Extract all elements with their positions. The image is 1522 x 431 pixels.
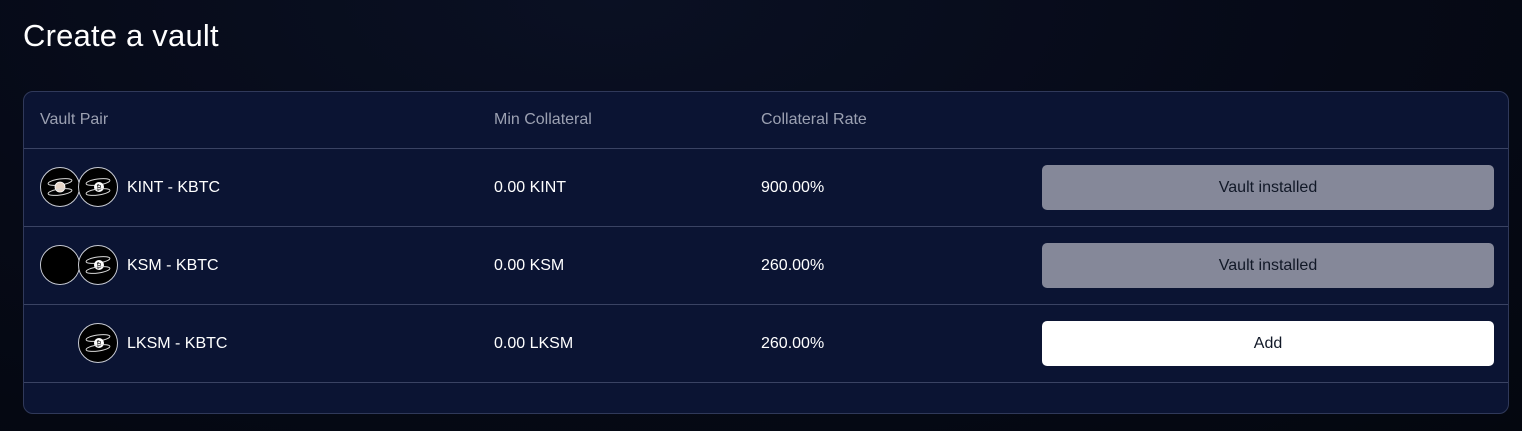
table-header-row: Vault Pair Min Collateral Collateral Rat… bbox=[24, 92, 1508, 149]
column-header-collateral-rate: Collateral Rate bbox=[761, 111, 867, 128]
add-vault-button[interactable]: Add bbox=[1042, 321, 1494, 366]
kbtc-token-icon: ₿ bbox=[78, 322, 118, 363]
min-collateral-text: 0.00 LKSM bbox=[494, 334, 574, 352]
kbtc-token-icon: ₿ bbox=[78, 166, 118, 207]
collateral-rate-text: 260.00% bbox=[761, 334, 825, 352]
ksm-token-icon bbox=[40, 244, 80, 285]
action-cell: Add bbox=[1042, 305, 1494, 382]
table-row: ₿ KINT - KBTC 0.00 KINT 900.00% Vault in… bbox=[24, 149, 1508, 227]
min-collateral-value: 0.00 LKSM bbox=[494, 305, 573, 382]
min-collateral-value: 0.00 KSM bbox=[494, 227, 564, 304]
vault-pair-cell: ₿ LKSM - KBTC bbox=[40, 305, 227, 382]
svg-text:₿: ₿ bbox=[96, 184, 101, 192]
collateral-rate-text: 260.00% bbox=[761, 256, 825, 274]
vault-installed-button[interactable]: Vault installed bbox=[1042, 165, 1494, 210]
svg-text:₿: ₿ bbox=[96, 262, 101, 270]
column-header-vault-pair: Vault Pair bbox=[40, 111, 109, 128]
collateral-rate-value: 260.00% bbox=[761, 227, 824, 304]
table-row: ₿ KSM - KBTC 0.00 KSM 260.00% Vault inst… bbox=[24, 227, 1508, 305]
svg-text:₿: ₿ bbox=[96, 340, 101, 348]
kbtc-token-icon: ₿ bbox=[78, 244, 118, 285]
token-icons: ₿ bbox=[40, 166, 120, 209]
vault-pair-label: KSM - KBTC bbox=[127, 256, 219, 274]
vault-pairs-table: Vault Pair Min Collateral Collateral Rat… bbox=[23, 91, 1509, 414]
action-cell: Vault installed bbox=[1042, 227, 1494, 304]
page-title: Create a vault bbox=[23, 18, 219, 53]
token-icons: ₿ bbox=[40, 244, 120, 287]
collateral-rate-value: 900.00% bbox=[761, 149, 824, 226]
table-row: ₿ LKSM - KBTC 0.00 LKSM 260.00% Add bbox=[24, 305, 1508, 383]
collateral-rate-text: 900.00% bbox=[761, 178, 825, 196]
vault-pair-cell: ₿ KINT - KBTC bbox=[40, 149, 220, 226]
vault-pair-label: LKSM - KBTC bbox=[127, 334, 228, 352]
vault-installed-button[interactable]: Vault installed bbox=[1042, 243, 1494, 288]
min-collateral-text: 0.00 KSM bbox=[494, 256, 565, 274]
column-header-min-collateral: Min Collateral bbox=[494, 111, 592, 128]
kint-token-icon bbox=[40, 166, 80, 207]
token-icons: ₿ bbox=[40, 322, 120, 365]
vault-pair-label: KINT - KBTC bbox=[127, 178, 221, 196]
action-cell: Vault installed bbox=[1042, 149, 1494, 226]
vault-pair-cell: ₿ KSM - KBTC bbox=[40, 227, 219, 304]
collateral-rate-value: 260.00% bbox=[761, 305, 824, 382]
min-collateral-value: 0.00 KINT bbox=[494, 149, 566, 226]
min-collateral-text: 0.00 KINT bbox=[494, 178, 567, 196]
